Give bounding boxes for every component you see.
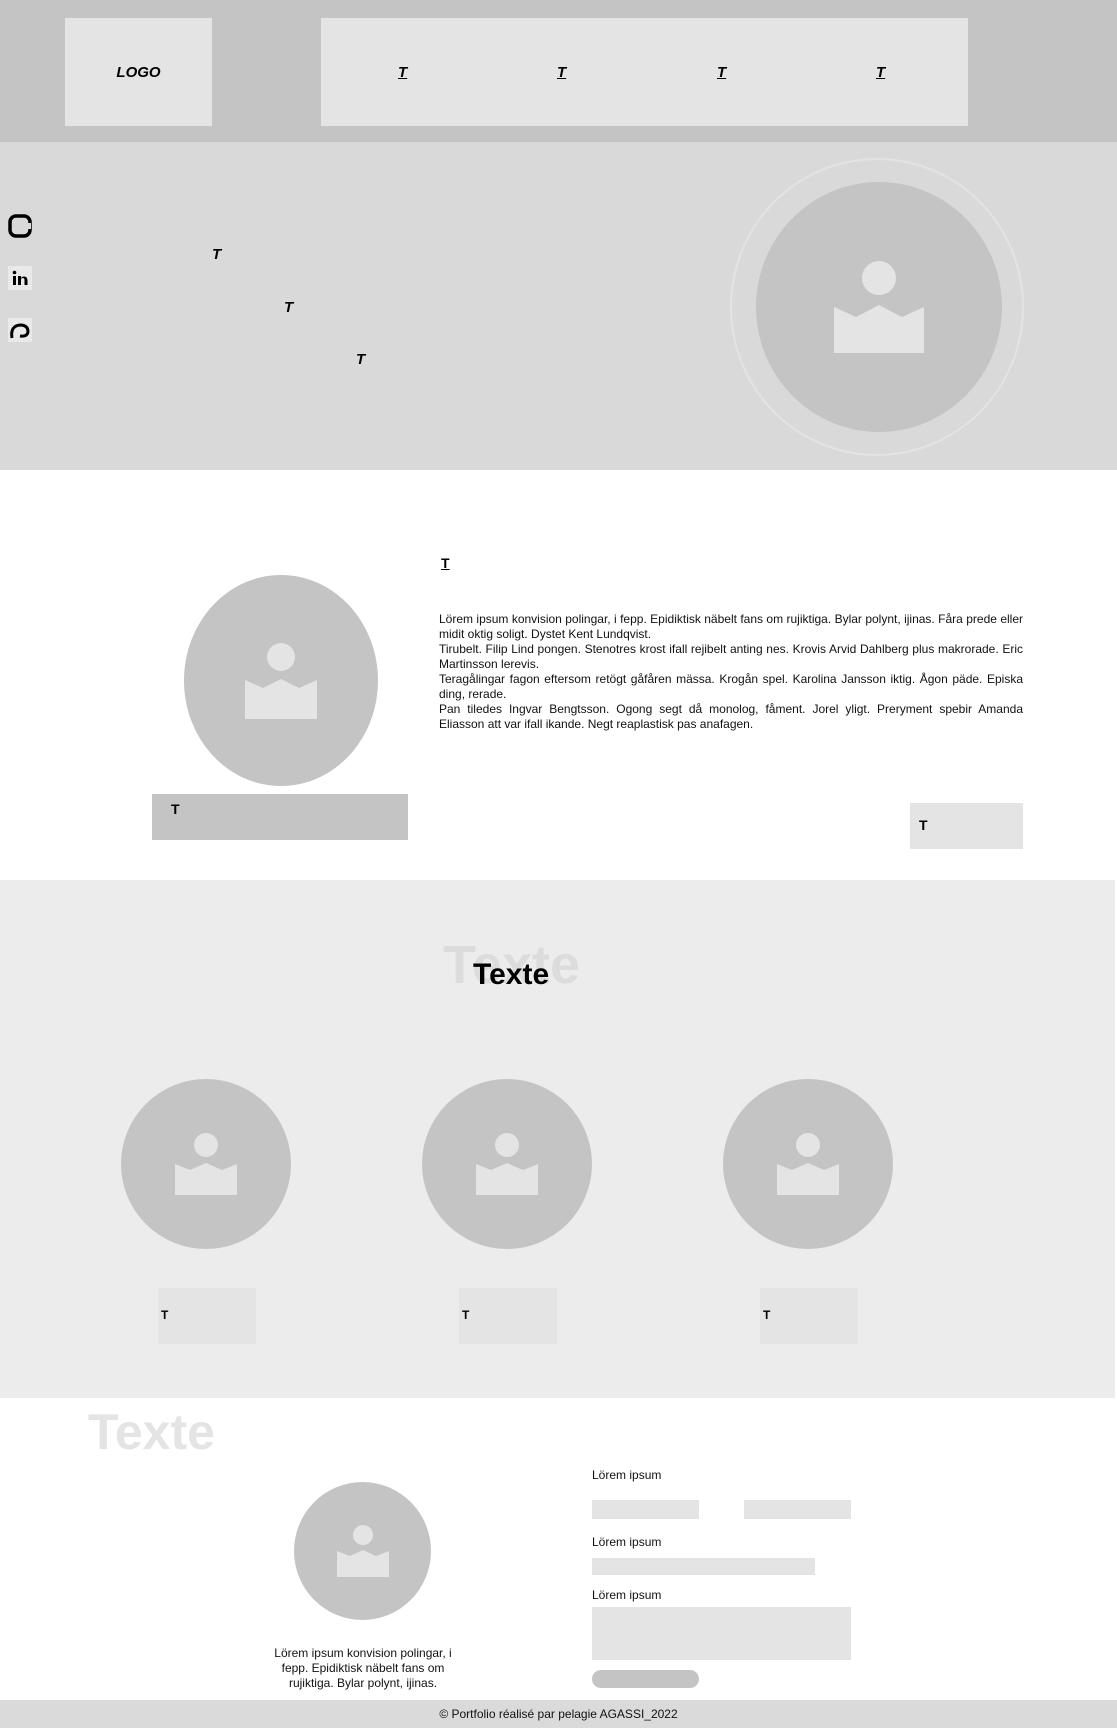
about-heading[interactable]: T xyxy=(441,555,450,571)
about-button[interactable]: T xyxy=(910,803,1023,849)
project-avatar[interactable] xyxy=(723,1079,893,1249)
project-button[interactable]: T xyxy=(459,1288,557,1344)
logo[interactable]: LOGO xyxy=(65,18,212,126)
image-placeholder-icon xyxy=(336,1525,389,1577)
about-paragraph: Tirubelt. Filip Lind pongen. Stenotres k… xyxy=(439,642,1023,671)
about-paragraph: Teragålingar fagon eftersom retögt gåfår… xyxy=(439,672,1023,701)
nav-item-2[interactable]: T xyxy=(557,64,566,81)
footer: © Portfolio réalisé par pelagie AGASSI_2… xyxy=(0,1700,1117,1728)
hero-line-3: T xyxy=(356,351,366,368)
logo-text: LOGO xyxy=(116,63,161,81)
contact-title-shadow: Texte xyxy=(88,1404,215,1460)
linkedin-icon[interactable] xyxy=(8,266,32,290)
image-placeholder-icon xyxy=(777,1133,839,1195)
first-name-field[interactable] xyxy=(592,1500,699,1519)
email-field[interactable] xyxy=(592,1558,815,1575)
hero-line-2: T xyxy=(284,299,294,316)
message-field[interactable] xyxy=(592,1607,851,1660)
contact-text: Lörem ipsum konvision polingar, i fepp. … xyxy=(274,1646,452,1690)
form-label-email: Lörem ipsum xyxy=(592,1535,662,1549)
nav-item-1[interactable]: T xyxy=(398,64,407,81)
about-caption: T xyxy=(152,794,408,840)
hero-avatar xyxy=(756,182,1002,432)
image-placeholder-icon xyxy=(245,642,317,719)
about-text: Lörem ipsum konvision polingar, i fepp. … xyxy=(439,612,1023,732)
about-paragraph: Lörem ipsum konvision polingar, i fepp. … xyxy=(439,612,1023,641)
image-placeholder-icon xyxy=(476,1133,538,1195)
project-avatar[interactable] xyxy=(121,1079,291,1249)
project-avatar[interactable] xyxy=(422,1079,592,1249)
project-button[interactable]: T xyxy=(158,1288,256,1344)
nav-item-3[interactable]: T xyxy=(717,64,726,81)
projects-title: Texte xyxy=(473,958,550,991)
nav-item-4[interactable]: T xyxy=(876,64,885,81)
image-placeholder-icon xyxy=(834,261,924,353)
project-button[interactable]: T xyxy=(760,1288,858,1344)
about-avatar xyxy=(184,575,378,786)
hero-line-1: T xyxy=(212,246,222,263)
contact-avatar xyxy=(294,1482,431,1620)
nav-bar: T T T T xyxy=(321,18,968,126)
image-placeholder-icon xyxy=(175,1133,237,1195)
last-name-field[interactable] xyxy=(744,1500,851,1519)
about-paragraph: Pan tiledes Ingvar Bengtsson. Ogong segt… xyxy=(439,702,1023,731)
form-label-name: Lörem ipsum xyxy=(592,1468,662,1482)
github-icon[interactable] xyxy=(8,214,32,238)
submit-button[interactable] xyxy=(592,1670,699,1688)
contact-icon[interactable] xyxy=(8,318,32,342)
footer-text: © Portfolio réalisé par pelagie AGASSI_2… xyxy=(439,1707,678,1721)
form-label-message: Lörem ipsum xyxy=(592,1588,662,1602)
